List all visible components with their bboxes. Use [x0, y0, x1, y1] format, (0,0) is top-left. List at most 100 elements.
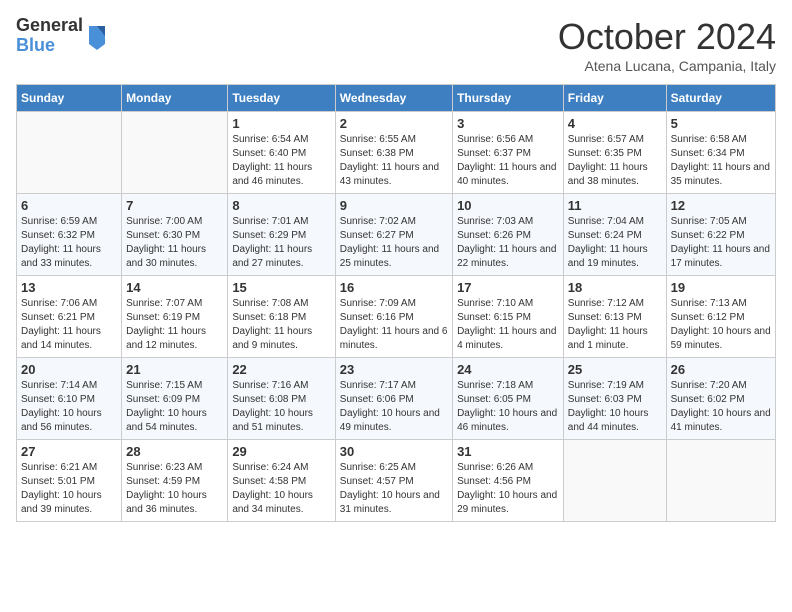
daylight-text: Daylight: 10 hours and 54 minutes.: [126, 408, 207, 433]
day-number: 1: [232, 116, 330, 131]
sunrise-text: Sunrise: 6:57 AM: [568, 134, 644, 145]
sunrise-text: Sunrise: 7:07 AM: [126, 298, 202, 309]
calendar-cell: 5Sunrise: 6:58 AMSunset: 6:34 PMDaylight…: [666, 112, 775, 194]
month-title: October 2024: [558, 16, 776, 58]
sunset-text: Sunset: 4:57 PM: [340, 476, 414, 487]
sunset-text: Sunset: 4:59 PM: [126, 476, 200, 487]
day-number: 14: [126, 280, 223, 295]
daylight-text: Daylight: 10 hours and 31 minutes.: [340, 490, 440, 515]
daylight-text: Daylight: 10 hours and 46 minutes.: [457, 408, 557, 433]
calendar-cell: [122, 112, 228, 194]
cell-info: Sunrise: 7:02 AMSunset: 6:27 PMDaylight:…: [340, 215, 448, 271]
sunrise-text: Sunrise: 7:20 AM: [671, 380, 747, 391]
calendar-cell: 16Sunrise: 7:09 AMSunset: 6:16 PMDayligh…: [335, 276, 452, 358]
daylight-text: Daylight: 11 hours and 12 minutes.: [126, 326, 206, 351]
daylight-text: Daylight: 11 hours and 19 minutes.: [568, 244, 648, 269]
cell-info: Sunrise: 7:05 AMSunset: 6:22 PMDaylight:…: [671, 215, 771, 271]
sunrise-text: Sunrise: 7:15 AM: [126, 380, 202, 391]
col-header-wednesday: Wednesday: [335, 85, 452, 112]
sunrise-text: Sunrise: 6:23 AM: [126, 462, 202, 473]
daylight-text: Daylight: 10 hours and 34 minutes.: [232, 490, 313, 515]
calendar-cell: [17, 112, 122, 194]
day-number: 3: [457, 116, 559, 131]
cell-info: Sunrise: 6:21 AMSunset: 5:01 PMDaylight:…: [21, 461, 117, 517]
week-row-1: 1 Sunrise: 6:54 AMSunset: 6:40 PMDaylight…: [17, 112, 776, 194]
calendar-cell: [666, 440, 775, 522]
cell-info: Sunrise: 6:59 AMSunset: 6:32 PMDaylight:…: [21, 215, 117, 271]
cell-info: Sunrise: 6:54 AMSunset: 6:40 PMDaylight:…: [232, 133, 330, 189]
sunrise-text: Sunrise: 6:25 AM: [340, 462, 416, 473]
day-number: 8: [232, 198, 330, 213]
day-number: 21: [126, 362, 223, 377]
calendar-cell: 9Sunrise: 7:02 AMSunset: 6:27 PMDaylight…: [335, 194, 452, 276]
daylight-text: Daylight: 11 hours and 35 minutes.: [671, 162, 770, 187]
calendar-cell: 4 Sunrise: 6:57 AM Sunset: 6:35 PM Daylight…: [563, 112, 666, 194]
sunrise-text: Sunrise: 6:24 AM: [232, 462, 308, 473]
sunrise-text: Sunrise: 7:02 AM: [340, 216, 416, 227]
calendar-table: SundayMondayTuesdayWednesdayThursdayFrid…: [16, 84, 776, 522]
daylight-text: Daylight: 11 hours and 40 minutes.: [457, 162, 556, 187]
sunrise-text: Sunrise: 6:58 AM: [671, 134, 747, 145]
sunset-text: Sunset: 4:58 PM: [232, 476, 306, 487]
cell-info: Sunrise: 7:08 AMSunset: 6:18 PMDaylight:…: [232, 297, 330, 353]
daylight-text: Daylight: 11 hours and 25 minutes.: [340, 244, 439, 269]
sunset-text: Sunset: 6:24 PM: [568, 230, 642, 241]
sunrise-text: Sunrise: 7:05 AM: [671, 216, 747, 227]
daylight-text: Daylight: 11 hours and 30 minutes.: [126, 244, 206, 269]
calendar-cell: 29 Sunrise: 6:24 AM Sunset: 4:58 PM Dayligh…: [228, 440, 335, 522]
sunrise-text: Sunrise: 7:03 AM: [457, 216, 533, 227]
cell-info: Sunrise: 7:16 AMSunset: 6:08 PMDaylight:…: [232, 379, 330, 435]
cell-info: Sunrise: 7:10 AMSunset: 6:15 PMDaylight:…: [457, 297, 559, 353]
cell-info: Sunrise: 6:23 AM Sunset: 4:59 PM Daylight:…: [126, 461, 223, 517]
sunset-text: Sunset: 6:35 PM: [568, 148, 642, 159]
daylight-text: Daylight: 11 hours and 43 minutes.: [340, 162, 439, 187]
sunrise-text: Sunrise: 7:10 AM: [457, 298, 533, 309]
calendar-cell: 19Sunrise: 7:13 AMSunset: 6:12 PMDayligh…: [666, 276, 775, 358]
logo: General Blue: [16, 16, 107, 56]
day-number: 29: [232, 444, 330, 459]
sunrise-text: Sunrise: 7:19 AM: [568, 380, 644, 391]
calendar-cell: 17Sunrise: 7:10 AMSunset: 6:15 PMDayligh…: [453, 276, 564, 358]
sunrise-text: Sunrise: 7:13 AM: [671, 298, 747, 309]
sunrise-text: Sunrise: 6:55 AM: [340, 134, 416, 145]
sunset-text: Sunset: 6:03 PM: [568, 394, 642, 405]
calendar-cell: 1 Sunrise: 6:54 AMSunset: 6:40 PMDaylight…: [228, 112, 335, 194]
cell-info: Sunrise: 7:06 AMSunset: 6:21 PMDaylight:…: [21, 297, 117, 353]
sunrise-text: Sunrise: 7:09 AM: [340, 298, 416, 309]
day-number: 4: [568, 116, 662, 131]
week-row-3: 13Sunrise: 7:06 AMSunset: 6:21 PMDayligh…: [17, 276, 776, 358]
daylight-text: Daylight: 10 hours and 36 minutes.: [126, 490, 207, 515]
daylight-text: Daylight: 10 hours and 56 minutes.: [21, 408, 102, 433]
calendar-cell: 22Sunrise: 7:16 AMSunset: 6:08 PMDayligh…: [228, 358, 335, 440]
sunset-text: Sunset: 6:02 PM: [671, 394, 745, 405]
cell-info: Sunrise: 6:58 AMSunset: 6:34 PMDaylight:…: [671, 133, 771, 189]
sunset-text: Sunset: 6:15 PM: [457, 312, 531, 323]
calendar-cell: 21 Sunrise: 7:15 AM Sunset: 6:09 PM Dayligh…: [122, 358, 228, 440]
sunset-text: Sunset: 6:05 PM: [457, 394, 531, 405]
sunrise-text: Sunrise: 7:06 AM: [21, 298, 97, 309]
sunrise-text: Sunrise: 7:16 AM: [232, 380, 308, 391]
daylight-text: Daylight: 11 hours and 38 minutes.: [568, 162, 648, 187]
daylight-text: Daylight: 10 hours and 51 minutes.: [232, 408, 313, 433]
calendar-cell: 6Sunrise: 6:59 AMSunset: 6:32 PMDaylight…: [17, 194, 122, 276]
cell-info: Sunrise: 7:20 AMSunset: 6:02 PMDaylight:…: [671, 379, 771, 435]
sunrise-text: Sunrise: 6:26 AM: [457, 462, 533, 473]
sunset-text: Sunset: 5:01 PM: [21, 476, 95, 487]
cell-info: Sunrise: 7:01 AMSunset: 6:29 PMDaylight:…: [232, 215, 330, 271]
sunset-text: Sunset: 6:29 PM: [232, 230, 306, 241]
calendar-cell: 15Sunrise: 7:08 AMSunset: 6:18 PMDayligh…: [228, 276, 335, 358]
daylight-text: Daylight: 10 hours and 49 minutes.: [340, 408, 440, 433]
sunset-text: Sunset: 6:09 PM: [126, 394, 200, 405]
sunset-text: Sunset: 6:38 PM: [340, 148, 414, 159]
calendar-cell: 30Sunrise: 6:25 AMSunset: 4:57 PMDayligh…: [335, 440, 452, 522]
cell-info: Sunrise: 6:55 AM Sunset: 6:38 PM Daylight:…: [340, 133, 448, 189]
sunrise-text: Sunrise: 7:12 AM: [568, 298, 644, 309]
cell-info: Sunrise: 7:14 AMSunset: 6:10 PMDaylight:…: [21, 379, 117, 435]
sunset-text: Sunset: 6:37 PM: [457, 148, 531, 159]
day-number: 24: [457, 362, 559, 377]
daylight-text: Daylight: 11 hours and 1 minute.: [568, 326, 648, 351]
day-number: 11: [568, 198, 662, 213]
calendar-cell: 14Sunrise: 7:07 AMSunset: 6:19 PMDayligh…: [122, 276, 228, 358]
sunset-text: Sunset: 6:40 PM: [232, 148, 306, 159]
calendar-cell: 7Sunrise: 7:00 AMSunset: 6:30 PMDaylight…: [122, 194, 228, 276]
